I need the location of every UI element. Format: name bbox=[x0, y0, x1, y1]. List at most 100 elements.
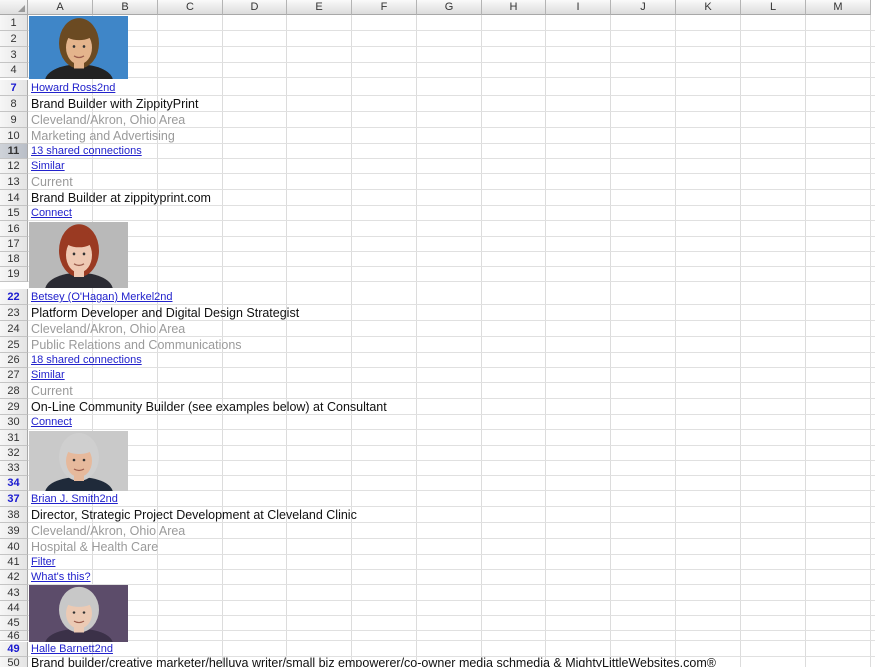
row-header-25[interactable]: 25 bbox=[0, 337, 28, 353]
column-header-m[interactable]: M bbox=[806, 0, 871, 15]
cell-text: Cleveland/Akron, Ohio Area bbox=[31, 322, 186, 336]
cell-link[interactable]: Betsey (O'Hagan) Merkel2nd bbox=[31, 289, 173, 305]
cell-link[interactable]: Similar bbox=[31, 368, 65, 383]
cell-link[interactable]: Halle Barnett2nd bbox=[31, 642, 113, 657]
row-header-14[interactable]: 14 bbox=[0, 190, 28, 206]
cell-link[interactable]: Similar bbox=[31, 159, 65, 174]
row-header-1[interactable]: 1 bbox=[0, 15, 28, 31]
row-header-19[interactable]: 19 bbox=[0, 267, 28, 282]
photo-halle-barnett bbox=[29, 585, 128, 642]
row-header-32[interactable]: 32 bbox=[0, 446, 28, 461]
cell-text: Brand builder/creative marketer/helluva … bbox=[31, 656, 716, 667]
row-header-50[interactable]: 50 bbox=[0, 657, 28, 667]
cell-link[interactable]: What's this? bbox=[31, 570, 91, 585]
row-header-23[interactable]: 23 bbox=[0, 305, 28, 321]
row-gridline bbox=[28, 640, 875, 641]
row-header-24[interactable]: 24 bbox=[0, 321, 28, 337]
photo-brian-smith bbox=[29, 431, 128, 491]
column-header-a[interactable]: A bbox=[28, 0, 93, 15]
cell-link[interactable]: Howard Ross2nd bbox=[31, 80, 115, 96]
row-header-45[interactable]: 45 bbox=[0, 616, 28, 631]
row-header-44[interactable]: 44 bbox=[0, 601, 28, 616]
row-gridline bbox=[28, 460, 875, 461]
row-header-13[interactable]: 13 bbox=[0, 174, 28, 190]
column-header-d[interactable]: D bbox=[223, 0, 287, 15]
row-header-9[interactable]: 9 bbox=[0, 112, 28, 128]
row-header-37[interactable]: 37 bbox=[0, 491, 28, 507]
column-header-i[interactable]: I bbox=[546, 0, 611, 15]
spreadsheet-grid: ABCDEFGHIJKLM 1 2 3 4 7 8 9 10 11 12 13 14 15 16 17 18 1… bbox=[0, 0, 875, 667]
cell-text: Brand Builder with ZippityPrint bbox=[31, 97, 199, 111]
column-header-k[interactable]: K bbox=[676, 0, 741, 15]
cell-text: Current bbox=[31, 175, 73, 189]
portrait-icon bbox=[29, 585, 128, 642]
row-header-34[interactable]: 34 bbox=[0, 476, 28, 491]
column-header-e[interactable]: E bbox=[287, 0, 352, 15]
cell-link[interactable]: Brian J. Smith2nd bbox=[31, 491, 118, 507]
row-header-43[interactable]: 43 bbox=[0, 585, 28, 601]
row-header-41[interactable]: 41 bbox=[0, 555, 28, 570]
row-header-2[interactable]: 2 bbox=[0, 31, 28, 47]
column-header-f[interactable]: F bbox=[352, 0, 417, 15]
cell-link[interactable]: Connect bbox=[31, 206, 72, 221]
row-gridline bbox=[28, 490, 875, 491]
cell-text: Brand Builder at zippityprint.com bbox=[31, 191, 211, 205]
row-header-31[interactable]: 31 bbox=[0, 430, 28, 446]
row-header-38[interactable]: 38 bbox=[0, 507, 28, 523]
column-header-c[interactable]: C bbox=[158, 0, 223, 15]
row-header-7[interactable]: 7 bbox=[0, 80, 28, 96]
row-header-12[interactable]: 12 bbox=[0, 159, 28, 174]
row-header-3[interactable]: 3 bbox=[0, 47, 28, 63]
row-gridline bbox=[28, 220, 875, 221]
row-gridline bbox=[28, 569, 875, 570]
row-header-33[interactable]: 33 bbox=[0, 461, 28, 476]
column-header-g[interactable]: G bbox=[417, 0, 482, 15]
row-header-40[interactable]: 40 bbox=[0, 539, 28, 555]
row-header-26[interactable]: 26 bbox=[0, 353, 28, 368]
cell-text: Director, Strategic Project Development … bbox=[31, 508, 357, 522]
row-header-22[interactable]: 22 bbox=[0, 289, 28, 305]
cell-link[interactable]: Filter bbox=[31, 555, 55, 570]
row-gridline bbox=[28, 266, 875, 267]
photo-betsey-merkel bbox=[29, 222, 128, 288]
cell-link[interactable]: 13 shared connections bbox=[31, 144, 142, 159]
row-header-30[interactable]: 30 bbox=[0, 415, 28, 430]
row-gridline bbox=[28, 173, 875, 174]
row-header-16[interactable]: 16 bbox=[0, 221, 28, 237]
cell-link[interactable]: Connect bbox=[31, 415, 72, 430]
row-header-49[interactable]: 49 bbox=[0, 642, 28, 657]
row-header-4[interactable]: 4 bbox=[0, 63, 28, 78]
row-header-15[interactable]: 15 bbox=[0, 206, 28, 221]
select-all-corner[interactable] bbox=[0, 0, 28, 15]
row-header-42[interactable]: 42 bbox=[0, 570, 28, 585]
row-gridline bbox=[28, 236, 875, 237]
cell-text: On-Line Community Builder (see examples … bbox=[31, 400, 387, 414]
row-gridline bbox=[28, 367, 875, 368]
photo-howard-ross bbox=[29, 16, 128, 79]
row-gridline bbox=[28, 382, 875, 383]
column-header-h[interactable]: H bbox=[482, 0, 546, 15]
cell-link[interactable]: 18 shared connections bbox=[31, 353, 142, 368]
row-gridline bbox=[28, 77, 875, 78]
row-header-46[interactable]: 46 bbox=[0, 631, 28, 641]
row-header-17[interactable]: 17 bbox=[0, 237, 28, 252]
row-header-27[interactable]: 27 bbox=[0, 368, 28, 383]
row-header-10[interactable]: 10 bbox=[0, 128, 28, 144]
portrait-icon bbox=[29, 222, 128, 288]
row-header-8[interactable]: 8 bbox=[0, 96, 28, 112]
portrait-icon bbox=[29, 431, 128, 491]
cell-text: Public Relations and Communications bbox=[31, 338, 242, 352]
row-header-11[interactable]: 11 bbox=[0, 144, 28, 159]
cell-text: Platform Developer and Digital Design St… bbox=[31, 306, 300, 320]
row-gridline bbox=[28, 445, 875, 446]
row-header-29[interactable]: 29 bbox=[0, 399, 28, 415]
column-header-l[interactable]: L bbox=[741, 0, 806, 15]
row-header-18[interactable]: 18 bbox=[0, 252, 28, 267]
row-gridline bbox=[28, 30, 875, 31]
column-header-j[interactable]: J bbox=[611, 0, 676, 15]
row-header-39[interactable]: 39 bbox=[0, 523, 28, 539]
cell-text: Hospital & Health Care bbox=[31, 540, 159, 554]
column-header-b[interactable]: B bbox=[93, 0, 158, 15]
row-gridline bbox=[28, 251, 875, 252]
row-header-28[interactable]: 28 bbox=[0, 383, 28, 399]
